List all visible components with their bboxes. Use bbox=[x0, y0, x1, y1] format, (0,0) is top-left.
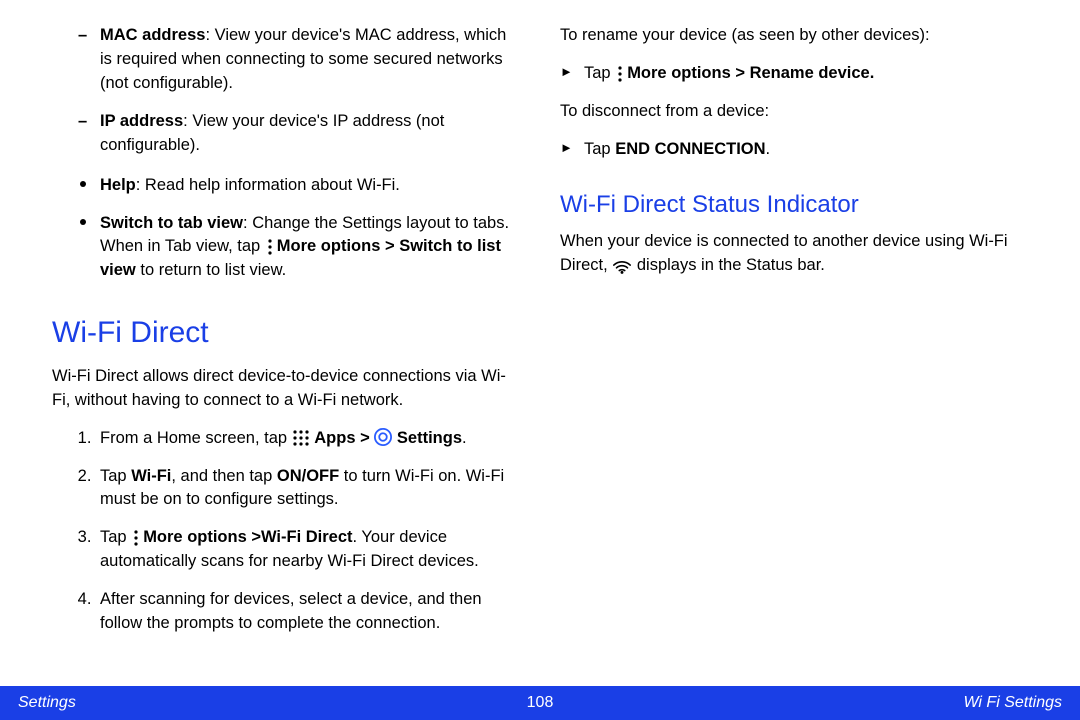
list-item: After scanning for devices, select a dev… bbox=[96, 588, 520, 636]
disconnect-intro: To disconnect from a device: bbox=[560, 100, 1056, 124]
right-column: To rename your device (as seen by other … bbox=[560, 24, 1056, 686]
more-options-label: More options bbox=[277, 237, 381, 255]
content-columns: MAC address: View your device's MAC addr… bbox=[0, 0, 1080, 686]
more-options-icon bbox=[615, 65, 627, 83]
list-item: Help: Read help information about Wi-Fi. bbox=[100, 174, 520, 198]
wifi-direct-status-icon bbox=[612, 257, 632, 275]
more-options-icon bbox=[131, 529, 143, 547]
list-item: Tap More options > Rename device. bbox=[584, 62, 1056, 86]
end-dot: . bbox=[766, 140, 771, 158]
step3-text-a: Tap bbox=[100, 528, 131, 546]
mac-address-label: MAC address bbox=[100, 26, 205, 44]
list-item: From a Home screen, tap Apps > Settings. bbox=[96, 427, 520, 451]
more-options-icon bbox=[265, 238, 277, 256]
switch-tab-label: Switch to tab view bbox=[100, 214, 243, 232]
help-text: : Read help information about Wi-Fi. bbox=[136, 176, 400, 194]
step3-more-options: More options > bbox=[143, 528, 261, 546]
page-root: MAC address: View your device's MAC addr… bbox=[0, 0, 1080, 720]
list-item: Tap More options >Wi-Fi Direct. Your dev… bbox=[96, 526, 520, 574]
wifi-direct-paragraph: Wi-Fi Direct allows direct device-to-dev… bbox=[52, 365, 520, 413]
end-connection-label: END CONNECTION bbox=[615, 140, 765, 158]
triangle-list: Tap More options > Rename device. bbox=[560, 62, 1056, 86]
steps-list: From a Home screen, tap Apps > Settings.… bbox=[30, 427, 520, 636]
apps-grid-icon bbox=[292, 429, 310, 447]
help-label: Help bbox=[100, 176, 136, 194]
footer-page-number: 108 bbox=[0, 694, 1080, 712]
step4-text: After scanning for devices, select a dev… bbox=[100, 590, 482, 632]
left-column: MAC address: View your device's MAC addr… bbox=[24, 24, 520, 686]
list-item: Tap END CONNECTION. bbox=[584, 138, 1056, 162]
tap-label: Tap bbox=[584, 64, 615, 82]
gt-symbol: > bbox=[356, 429, 375, 447]
onoff-label: ON/OFF bbox=[277, 467, 339, 485]
ip-address-label: IP address bbox=[100, 112, 183, 130]
rename-intro: To rename your device (as seen by other … bbox=[560, 24, 1056, 48]
list-item: IP address: View your device's IP addres… bbox=[100, 110, 520, 158]
gt-symbol: > bbox=[380, 237, 399, 255]
list-item: MAC address: View your device's MAC addr… bbox=[100, 24, 520, 96]
list-item: Tap Wi-Fi, and then tap ON/OFF to turn W… bbox=[96, 465, 520, 513]
step2-text-a: Tap bbox=[100, 467, 131, 485]
switch-text-b: to return to list view. bbox=[136, 261, 286, 279]
wifi-direct-label: Wi-Fi Direct bbox=[261, 528, 353, 546]
step1-dot: . bbox=[462, 429, 467, 447]
step2-text-b: , and then tap bbox=[171, 467, 277, 485]
page-footer: Settings 108 Wi Fi Settings bbox=[0, 686, 1080, 720]
status-indicator-heading: Wi-Fi Direct Status Indicator bbox=[560, 188, 1056, 223]
dot-bullet-list: Help: Read help information about Wi-Fi.… bbox=[24, 174, 520, 284]
gt-symbol: > bbox=[731, 64, 750, 82]
settings-gear-icon bbox=[374, 428, 392, 446]
list-item: Switch to tab view: Change the Settings … bbox=[100, 212, 520, 284]
sub-bullet-list: MAC address: View your device's MAC addr… bbox=[24, 24, 520, 158]
step1-text-a: From a Home screen, tap bbox=[100, 429, 292, 447]
settings-label: Settings bbox=[397, 429, 462, 447]
wifi-label: Wi-Fi bbox=[131, 467, 171, 485]
more-options-label: More options bbox=[627, 64, 731, 82]
status-paragraph: When your device is connected to another… bbox=[560, 230, 1056, 278]
rename-device-label: Rename device. bbox=[750, 64, 875, 82]
apps-label: Apps bbox=[314, 429, 355, 447]
status-para-b: displays in the Status bar. bbox=[632, 256, 825, 274]
triangle-list: Tap END CONNECTION. bbox=[560, 138, 1056, 162]
wifi-direct-heading: Wi-Fi Direct bbox=[52, 311, 520, 355]
tap-label: Tap bbox=[584, 140, 615, 158]
